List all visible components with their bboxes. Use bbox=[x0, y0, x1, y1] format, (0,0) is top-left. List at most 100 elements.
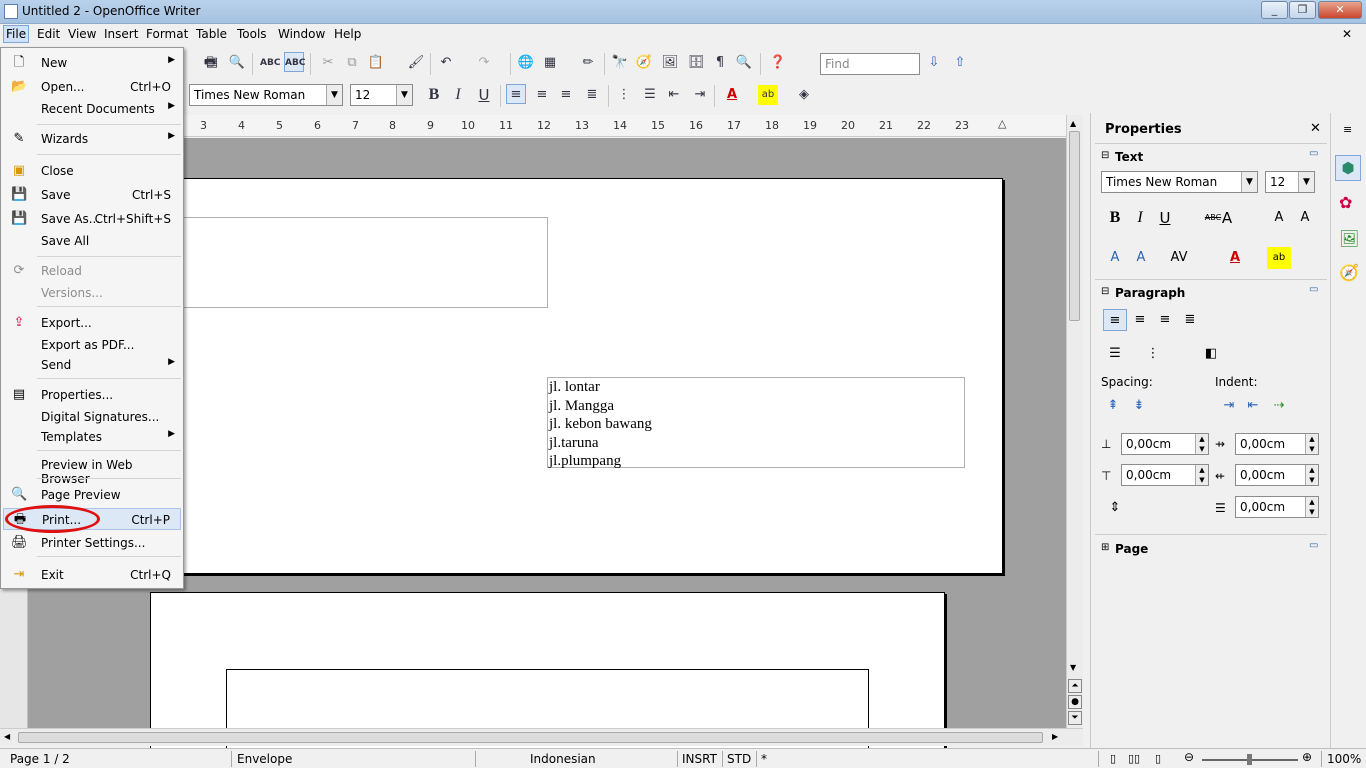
menu-templates[interactable]: Templates ▶ bbox=[3, 426, 181, 448]
close-window-button[interactable]: ✕ bbox=[1318, 1, 1362, 19]
sidebar-justify-icon[interactable]: ≣ bbox=[1178, 309, 1202, 331]
close-document-icon[interactable]: ✕ bbox=[1342, 27, 1352, 41]
book-view-icon[interactable]: ▯ bbox=[1155, 752, 1161, 765]
draw-functions-icon[interactable]: ✏ bbox=[578, 53, 598, 73]
numbering-icon[interactable]: ⋮ bbox=[614, 85, 634, 105]
zoom-out-icon[interactable]: ⊖ bbox=[1184, 750, 1194, 764]
text-frame-1[interactable]: stari bbox=[150, 217, 548, 308]
decrease-indent-icon[interactable]: ⇤ bbox=[664, 85, 684, 105]
properties-deck-icon[interactable]: ⬢ bbox=[1335, 155, 1361, 181]
zoom-level[interactable]: 100% bbox=[1327, 752, 1361, 766]
decrease-spacing-icon[interactable]: ⇟ bbox=[1127, 395, 1151, 417]
language-status[interactable]: Indonesian bbox=[530, 752, 596, 766]
font-name-combo[interactable]: Times New Roman ▼ bbox=[189, 84, 343, 106]
sidebar-align-left-icon[interactable]: ≡ bbox=[1103, 309, 1127, 331]
menu-window[interactable]: Window bbox=[278, 27, 325, 41]
indent-before-field[interactable]: 0,00cm ▲ ▼ bbox=[1235, 433, 1319, 455]
vertical-scroll-thumb[interactable] bbox=[1069, 131, 1080, 321]
sidebar-numbering-icon[interactable]: ⋮ bbox=[1141, 343, 1165, 365]
menu-page-preview[interactable]: 🔍 Page Preview bbox=[3, 484, 181, 506]
zoom-in-icon[interactable]: ⊕ bbox=[1302, 750, 1312, 764]
sidebar-decrease-indent-icon[interactable]: ⇤ bbox=[1241, 395, 1265, 417]
vertical-scrollbar[interactable]: ▲ ▼ ⏶ ● ⏷ bbox=[1066, 115, 1083, 728]
styles-deck-icon[interactable]: ✿ bbox=[1339, 193, 1352, 212]
menu-export[interactable]: ⇪ Export... bbox=[3, 312, 181, 334]
menu-export-pdf[interactable]: Export as PDF... bbox=[3, 334, 181, 356]
menu-reload[interactable]: ⟳ Reload bbox=[3, 260, 181, 282]
gallery-deck-icon[interactable]: 🖼 bbox=[1339, 229, 1359, 248]
copy-icon[interactable]: ⧉ bbox=[342, 53, 362, 73]
menu-open[interactable]: 📂 Open... Ctrl+O bbox=[3, 76, 181, 98]
menu-exit[interactable]: ⇥ Exit Ctrl+Q bbox=[3, 564, 181, 586]
horizontal-ruler[interactable]: 3 4 5 6 7 8 9 10 11 12 13 14 15 16 17 18… bbox=[183, 115, 1070, 137]
menu-view[interactable]: View bbox=[68, 27, 96, 41]
sidebar-italic-icon[interactable]: I bbox=[1128, 207, 1152, 229]
page-preview-toolbar-icon[interactable]: 🔍 bbox=[227, 53, 247, 73]
increase-font-icon[interactable]: A bbox=[1267, 207, 1291, 229]
menu-new[interactable]: 🗋 New ▶ bbox=[3, 52, 181, 74]
font-color-icon[interactable]: A bbox=[722, 85, 742, 105]
navigation-icon[interactable]: ● bbox=[1068, 695, 1082, 709]
menu-properties[interactable]: ▤ Properties... bbox=[3, 384, 181, 406]
collapse-text-icon[interactable]: ⊟ bbox=[1101, 150, 1109, 161]
page-count[interactable]: Page 1 / 2 bbox=[10, 752, 70, 766]
page-more-options-icon[interactable]: ▭ bbox=[1309, 540, 1318, 551]
subscript-icon[interactable]: A bbox=[1129, 247, 1153, 269]
right-margin-marker-icon[interactable]: △ bbox=[998, 117, 1006, 130]
align-center-icon[interactable]: ≡ bbox=[532, 85, 552, 105]
maximize-button[interactable]: ❐ bbox=[1289, 1, 1316, 19]
scroll-left-icon[interactable]: ◀ bbox=[4, 732, 10, 741]
insert-mode[interactable]: INSRT bbox=[682, 752, 717, 766]
menu-tools[interactable]: Tools bbox=[237, 27, 267, 41]
bold-icon[interactable]: B bbox=[424, 85, 444, 105]
menu-recent-documents[interactable]: Recent Documents ▶ bbox=[3, 98, 181, 120]
paragraph-more-options-icon[interactable]: ▭ bbox=[1309, 284, 1318, 295]
justify-icon[interactable]: ≣ bbox=[582, 85, 602, 105]
find-replace-icon[interactable]: 🔭 bbox=[610, 53, 630, 73]
page-style[interactable]: Envelope bbox=[237, 752, 292, 766]
sidebar-font-color-icon[interactable]: A bbox=[1223, 247, 1247, 269]
menu-save-as[interactable]: 💾 Save As... Ctrl+Shift+S bbox=[3, 208, 181, 230]
horizontal-scroll-thumb[interactable] bbox=[18, 732, 1043, 743]
character-spacing-icon[interactable]: AV bbox=[1167, 247, 1191, 269]
menu-file[interactable]: File bbox=[3, 25, 30, 43]
help-icon[interactable]: ❓ bbox=[768, 53, 788, 73]
underline-icon[interactable]: U bbox=[474, 85, 494, 105]
print-direct-icon[interactable]: 🖶 bbox=[200, 53, 220, 73]
page-1[interactable]: stari jl. lontar jl. Mangga jl. kebon ba… bbox=[150, 178, 1003, 574]
background-color-icon[interactable]: ◈ bbox=[794, 85, 814, 105]
redo-icon[interactable]: ↷ bbox=[474, 53, 494, 73]
formatting-marks-icon[interactable]: ¶ bbox=[710, 53, 730, 73]
expand-page-icon[interactable]: ⊞ bbox=[1101, 542, 1109, 553]
cut-icon[interactable]: ✂ bbox=[318, 53, 338, 73]
spacing-above-field[interactable]: 0,00cm ▲ ▼ bbox=[1121, 433, 1209, 455]
sidebar-font-name[interactable]: Times New Roman ▼ bbox=[1101, 171, 1258, 193]
sidebar-highlight-icon[interactable]: ab bbox=[1267, 247, 1291, 269]
close-sidebar-icon[interactable]: ✕ bbox=[1310, 121, 1321, 136]
sidebar-bullets-icon[interactable]: ☰ bbox=[1103, 343, 1127, 365]
increase-indent-icon[interactable]: ⇥ bbox=[690, 85, 710, 105]
table-icon[interactable]: ▦ bbox=[540, 53, 560, 73]
line-spacing-icon[interactable]: ⇕ bbox=[1103, 497, 1127, 519]
sidebar-align-right-icon[interactable]: ≡ bbox=[1153, 309, 1177, 331]
sidebar-bold-icon[interactable]: B bbox=[1103, 207, 1127, 229]
clone-format-icon[interactable]: 🖌 bbox=[406, 53, 426, 73]
zoom-icon[interactable]: 🔍 bbox=[734, 53, 754, 73]
sidebar-align-center-icon[interactable]: ≡ bbox=[1128, 309, 1152, 331]
scroll-up-icon[interactable]: ▲ bbox=[1070, 119, 1076, 128]
minimize-button[interactable]: _ bbox=[1261, 1, 1288, 19]
menu-send[interactable]: Send ▶ bbox=[3, 354, 181, 376]
scroll-down-icon[interactable]: ▼ bbox=[1070, 663, 1076, 672]
menu-versions[interactable]: Versions... bbox=[3, 282, 181, 304]
navigator-icon[interactable]: 🧭 bbox=[634, 53, 654, 73]
menu-format[interactable]: Format bbox=[146, 27, 188, 41]
multi-page-view-icon[interactable]: ▯▯ bbox=[1128, 752, 1140, 765]
indent-after-field[interactable]: 0,00cm ▲ ▼ bbox=[1235, 464, 1319, 486]
align-left-icon[interactable]: ≡ bbox=[506, 84, 526, 104]
scroll-right-icon[interactable]: ▶ bbox=[1052, 732, 1058, 741]
next-page-icon[interactable]: ⏷ bbox=[1068, 711, 1082, 725]
decrease-font-icon[interactable]: A bbox=[1293, 207, 1317, 229]
sidebar-increase-indent-icon[interactable]: ⇥ bbox=[1217, 395, 1241, 417]
first-line-indent-field[interactable]: 0,00cm ▲ ▼ bbox=[1235, 496, 1319, 518]
menu-save[interactable]: 💾 Save Ctrl+S bbox=[3, 184, 181, 206]
